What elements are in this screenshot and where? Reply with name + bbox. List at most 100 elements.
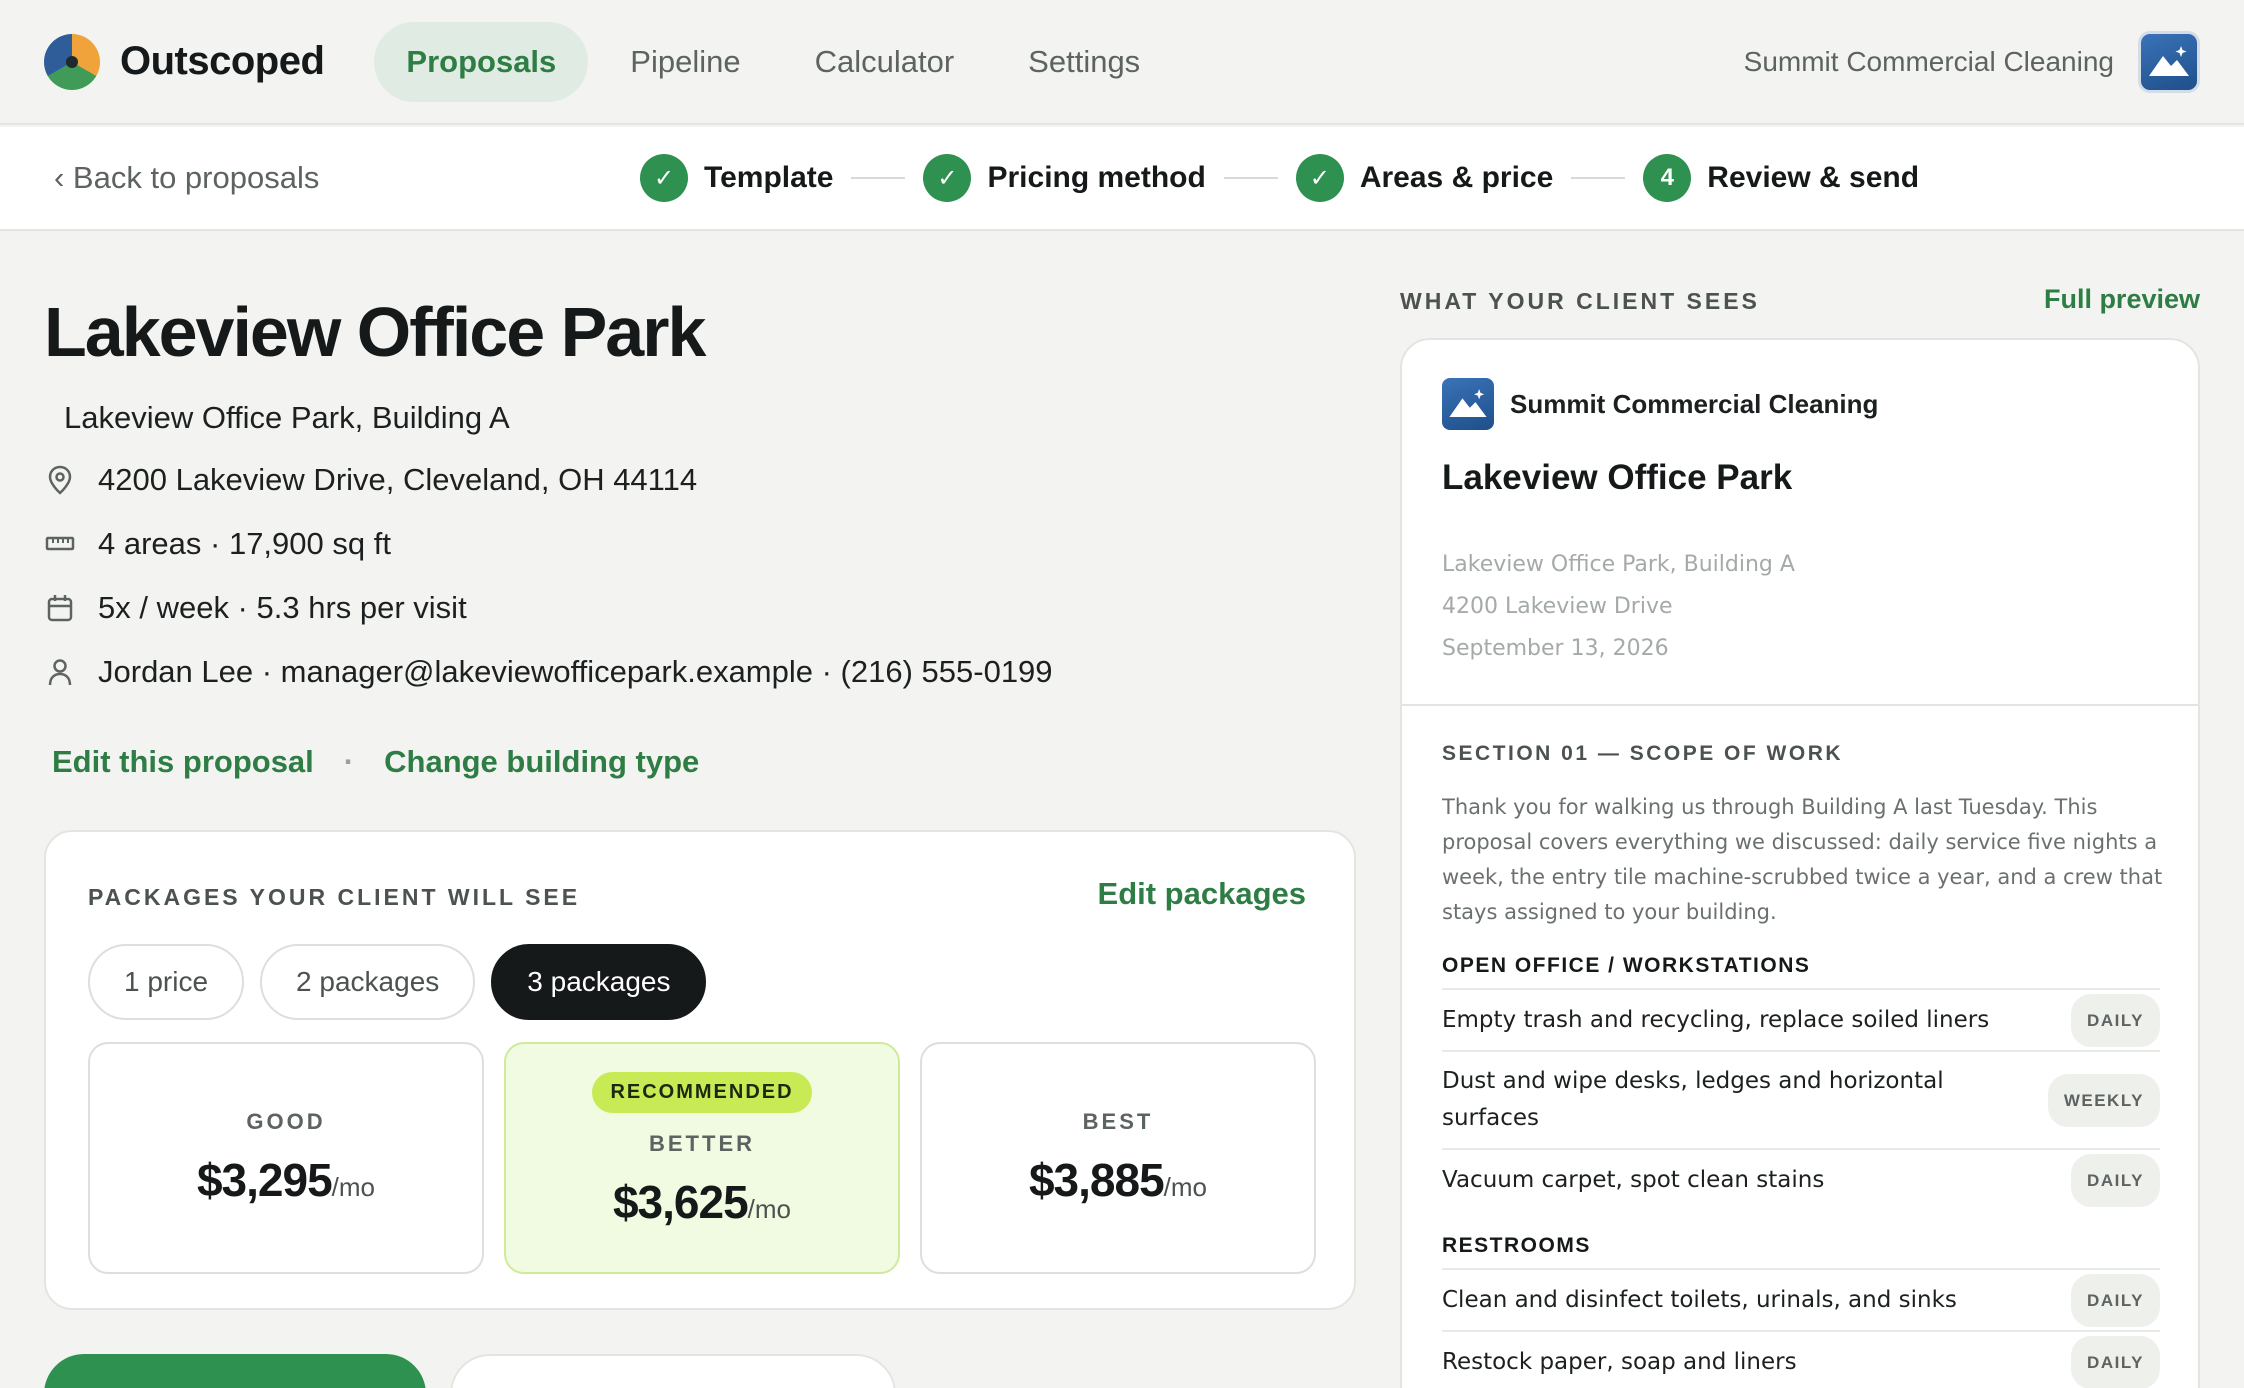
- tier-price: $3,295: [196, 1154, 333, 1206]
- map-pin-icon: [44, 464, 76, 496]
- mountain-icon: [2149, 45, 2189, 76]
- preview-brand: Summit Commercial Cleaning: [1442, 378, 1878, 430]
- ruler-icon: [44, 528, 76, 560]
- tab-calculator[interactable]: Calculator: [783, 22, 987, 102]
- task-row: Dust and wipe desks, ledges and horizont…: [1442, 1050, 2160, 1148]
- tier-best[interactable]: BEST $3,885/mo: [920, 1042, 1316, 1274]
- areas-row: 4 areas · 17,900 sq ft: [44, 526, 391, 562]
- step-connector: [851, 177, 906, 179]
- tier-period: /mo: [747, 1194, 792, 1224]
- main-nav-tabs: Proposals Pipeline Calculator Settings: [374, 21, 1172, 102]
- frequency-pill: DAILY: [2071, 1273, 2160, 1327]
- wizard-steps: ✓ Template ✓ Pricing method ✓ Areas & pr…: [640, 154, 1919, 202]
- brand-name: Outscoped: [120, 39, 325, 83]
- edit-packages-link[interactable]: Edit packages: [1098, 876, 1306, 912]
- preview-date: September 13, 2026: [1442, 636, 1669, 661]
- preview-company-name: Summit Commercial Cleaning: [1510, 388, 1879, 419]
- group-heading: RESTROOMS: [1442, 1234, 1591, 1257]
- tier-price-row: $3,295/mo: [197, 1153, 375, 1207]
- account-name: Summit Commercial Cleaning: [1743, 45, 2114, 77]
- step-template[interactable]: ✓ Template: [640, 154, 833, 202]
- tier-price: $3,885: [1028, 1154, 1165, 1206]
- proposal-title: Lakeview Office Park: [44, 293, 706, 371]
- step-connector: [1571, 177, 1626, 179]
- scope-section-heading: SECTION 01 — SCOPE OF WORK: [1442, 742, 1844, 765]
- client-preview-label: WHAT YOUR CLIENT SEES: [1400, 288, 1760, 314]
- scope-intro: Thank you for walking us through Buildin…: [1442, 795, 2163, 924]
- account-menu[interactable]: Summit Commercial Cleaning: [1743, 30, 2200, 93]
- company-avatar[interactable]: [2138, 30, 2200, 93]
- step-label: Areas & price: [1359, 161, 1554, 194]
- tier-price-row: $3,625/mo: [613, 1175, 791, 1229]
- address-row: 4200 Lakeview Drive, Cleveland, OH 44114: [44, 462, 697, 498]
- contact-row: Jordan Lee · manager@lakeviewofficepark.…: [44, 654, 1053, 690]
- back-to-proposals-link[interactable]: ‹ Back to proposals: [54, 160, 319, 196]
- task-row: Clean and disinfect toilets, urinals, an…: [1442, 1268, 2160, 1330]
- tab-pipeline[interactable]: Pipeline: [598, 22, 772, 102]
- frequency-pill: WEEKLY: [2047, 1073, 2160, 1127]
- client-preview-card: Summit Commercial Cleaning Lakeview Offi…: [1400, 338, 2200, 1388]
- package-count-selector: 1 price 2 packages 3 packages: [88, 944, 707, 1020]
- tier-good[interactable]: GOOD $3,295/mo: [88, 1042, 484, 1274]
- task-row: Restock paper, soap and liners DAILY: [1442, 1330, 2160, 1388]
- package-tiers: GOOD $3,295/mo RECOMMENDED BETTER $3,625…: [88, 1042, 1316, 1274]
- schedule-text: 5x / week · 5.3 hrs per visit: [98, 590, 467, 625]
- step-label: Pricing method: [987, 161, 1206, 194]
- calendar-icon: [44, 592, 76, 624]
- check-icon: ✓: [640, 154, 688, 202]
- tier-period: /mo: [331, 1172, 376, 1202]
- building-name: Lakeview Office Park, Building A: [64, 400, 510, 435]
- secondary-action-button[interactable]: [450, 1354, 896, 1388]
- preview-title: Lakeview Office Park: [1442, 458, 1793, 497]
- tier-name: GOOD: [246, 1109, 326, 1134]
- company-logo: [1442, 378, 1494, 430]
- recommended-badge: RECOMMENDED: [592, 1072, 812, 1113]
- packages-heading: PACKAGES YOUR CLIENT WILL SEE: [88, 884, 581, 910]
- task-text: Dust and wipe desks, ledges and horizont…: [1442, 1068, 1944, 1131]
- task-text: Empty trash and recycling, replace soile…: [1442, 1006, 1990, 1033]
- brand-mark-icon: [44, 33, 100, 90]
- primary-action-button[interactable]: [44, 1354, 426, 1388]
- address-text: 4200 Lakeview Drive, Cleveland, OH 44114: [98, 462, 698, 497]
- step-pricing-method[interactable]: ✓ Pricing method: [923, 154, 1206, 202]
- mountain-icon: [1449, 389, 1487, 417]
- schedule-row: 5x / week · 5.3 hrs per visit: [44, 590, 467, 626]
- task-text: Restock paper, soap and liners: [1442, 1348, 1797, 1375]
- top-nav: Outscoped Proposals Pipeline Calculator …: [0, 0, 2244, 125]
- change-building-type-link[interactable]: Change building type: [384, 744, 699, 780]
- tier-period: /mo: [1163, 1172, 1208, 1202]
- option-3-packages[interactable]: 3 packages: [491, 944, 707, 1020]
- edit-proposal-link[interactable]: Edit this proposal: [52, 744, 314, 780]
- tier-name: BETTER: [649, 1131, 755, 1156]
- preview-address: 4200 Lakeview Drive: [1442, 594, 1673, 619]
- step-label: Template: [704, 161, 834, 194]
- option-2-packages[interactable]: 2 packages: [260, 944, 476, 1020]
- step-number-badge: 4: [1643, 154, 1692, 202]
- tab-proposals[interactable]: Proposals: [374, 21, 589, 102]
- preview-divider: [1402, 704, 2198, 706]
- tier-better[interactable]: RECOMMENDED BETTER $3,625/mo: [504, 1042, 900, 1274]
- person-icon: [44, 656, 76, 688]
- areas-text: 4 areas · 17,900 sq ft: [98, 526, 391, 561]
- task-text: Vacuum carpet, spot clean stains: [1442, 1166, 1825, 1193]
- tab-settings[interactable]: Settings: [996, 22, 1172, 102]
- brand-logo[interactable]: Outscoped: [44, 33, 325, 90]
- full-preview-link[interactable]: Full preview: [2044, 284, 2200, 315]
- step-areas-price[interactable]: ✓ Areas & price: [1295, 154, 1554, 202]
- packages-card: PACKAGES YOUR CLIENT WILL SEE Edit packa…: [44, 830, 1356, 1310]
- tier-price-row: $3,885/mo: [1029, 1153, 1207, 1207]
- frequency-pill: DAILY: [2071, 1153, 2160, 1207]
- tier-price: $3,625: [612, 1176, 749, 1228]
- proposal-links: Edit this proposal · Change building typ…: [52, 744, 699, 780]
- option-1-price[interactable]: 1 price: [88, 944, 245, 1020]
- frequency-pill: DAILY: [2071, 1335, 2160, 1388]
- check-icon: ✓: [923, 154, 972, 202]
- task-row: Vacuum carpet, spot clean stains DAILY: [1442, 1148, 2160, 1210]
- step-review-send[interactable]: 4 Review & send: [1643, 154, 1919, 202]
- step-connector: [1223, 177, 1278, 179]
- tier-name: BEST: [1082, 1109, 1154, 1134]
- step-label: Review & send: [1707, 161, 1920, 194]
- contact-text: Jordan Lee · manager@lakeviewofficepark.…: [98, 654, 1053, 689]
- task-row: Empty trash and recycling, replace soile…: [1442, 988, 2160, 1050]
- check-icon: ✓: [1295, 154, 1344, 202]
